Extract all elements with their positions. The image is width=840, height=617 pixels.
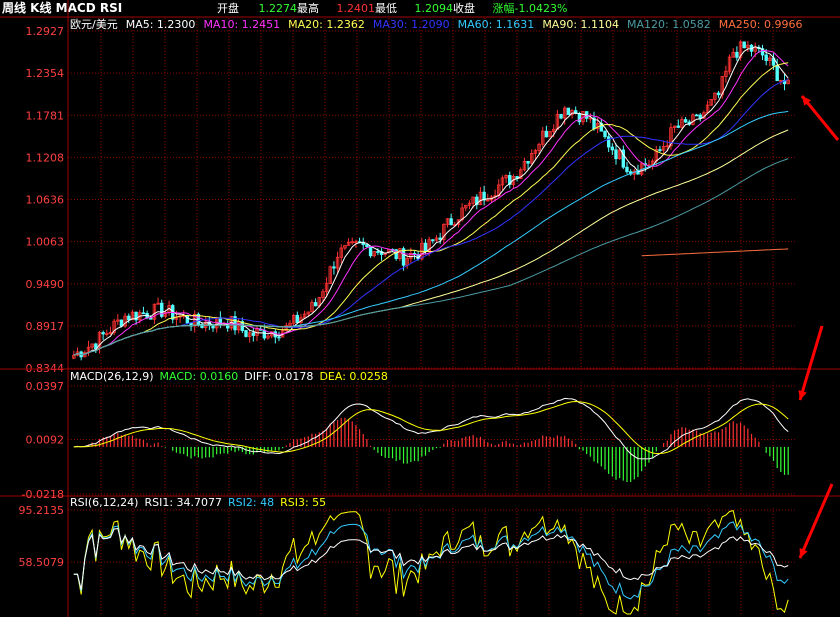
candle-down	[141, 312, 146, 315]
price-legend-item: MA30: 1.2090	[373, 18, 450, 31]
rsi-legend-item: RSI3: 55	[280, 496, 326, 509]
annotation-arrow-rsi	[798, 483, 834, 559]
rsi-legend-item: RSI(6,12,24)	[70, 496, 138, 509]
candle-down	[101, 332, 105, 335]
candle-down	[676, 125, 680, 128]
y-tick-label: 1.0636	[26, 194, 65, 207]
price-legend-item: MA250: 0.9966	[719, 18, 803, 31]
candle-down	[262, 329, 267, 339]
candle-down	[735, 51, 739, 58]
macd-legend-item: DEA: 0.0258	[319, 370, 387, 383]
price-legend-item: MA90: 1.1104	[542, 18, 619, 31]
ma10-line	[73, 49, 789, 356]
macd-legend-item: MACD(26,12,9)	[70, 370, 154, 383]
price-legend-item: MA5: 1.2300	[126, 18, 196, 31]
y-tick-label: 1.2927	[26, 25, 65, 38]
diff-line	[73, 397, 789, 460]
candle-down	[423, 242, 428, 252]
candle-down	[332, 266, 336, 269]
candle-down	[244, 330, 248, 337]
candle-down	[185, 314, 190, 324]
candle-down	[438, 237, 442, 240]
candle-down	[625, 166, 629, 173]
stock-chart: 1.2927 1.2354 1.1781 1.1208 1.0636 1.0063 0.94…	[0, 0, 840, 617]
candle-down	[610, 146, 615, 151]
candle-down	[295, 314, 299, 323]
rsi-y-tick-label: 58.5079	[19, 556, 65, 569]
macd-legend-item: MACD: 0.0160	[160, 370, 239, 383]
rsi3-line	[73, 527, 789, 590]
price-legend-item: MA10: 1.2451	[203, 18, 280, 31]
candle-down	[376, 251, 380, 253]
macd-y-tick-label: 0.0092	[26, 434, 65, 447]
candle-down	[313, 302, 318, 307]
y-tick-label: 1.1781	[26, 109, 65, 122]
macd-y-tick-label: 0.0397	[26, 380, 65, 393]
candle-down	[614, 149, 618, 160]
candle-down	[127, 315, 131, 321]
macd-y-tick-label: -0.0218	[22, 488, 64, 501]
y-tick-label: 1.2354	[26, 67, 65, 80]
ma20-line	[73, 62, 789, 356]
price-legend-item: MA120: 1.0582	[627, 18, 711, 31]
candle-down	[698, 114, 702, 119]
rsi-legend-item: RSI2: 48	[228, 496, 274, 509]
candle-down	[606, 136, 611, 148]
y-tick-label: 0.8917	[26, 320, 65, 333]
candle-down	[694, 114, 699, 117]
ma60-line	[73, 110, 789, 356]
price-legend-item: MA20: 1.2362	[288, 18, 365, 31]
rsi2-line	[73, 521, 789, 600]
price-legend-item: MA60: 1.1631	[458, 18, 535, 31]
candle-down	[658, 149, 662, 151]
candle-down	[559, 113, 563, 119]
ma5-line	[73, 46, 789, 356]
candle-down	[526, 160, 530, 164]
candle-down	[251, 332, 256, 336]
candle-down	[775, 64, 779, 82]
candle-down	[368, 246, 373, 257]
candle-down	[603, 130, 607, 138]
y-tick-label: 0.9490	[26, 278, 65, 291]
candle-down	[449, 218, 453, 226]
annotation-arrow-macd	[798, 325, 824, 401]
dea-line	[73, 400, 789, 454]
candle-down	[566, 107, 571, 116]
macd-legend-item: DIFF: 0.0178	[244, 370, 313, 383]
y-tick-label: 1.0063	[26, 236, 65, 249]
candle-down	[742, 41, 746, 49]
candle-down	[431, 239, 435, 242]
ma250-line	[641, 248, 789, 257]
candle-down	[544, 130, 549, 138]
candle-down	[764, 54, 768, 61]
ma90-line	[73, 129, 789, 356]
candle-down	[365, 244, 369, 247]
rsi-y-tick-label: 95.2135	[19, 504, 65, 517]
rsi-legend-item: RSI1: 34.7077	[144, 496, 222, 509]
price-legend-item: 欧元/美元	[70, 18, 118, 31]
candle-down	[683, 119, 688, 123]
candle-down	[716, 92, 721, 96]
candle-down	[277, 336, 281, 339]
y-tick-label: 1.1208	[26, 151, 65, 164]
